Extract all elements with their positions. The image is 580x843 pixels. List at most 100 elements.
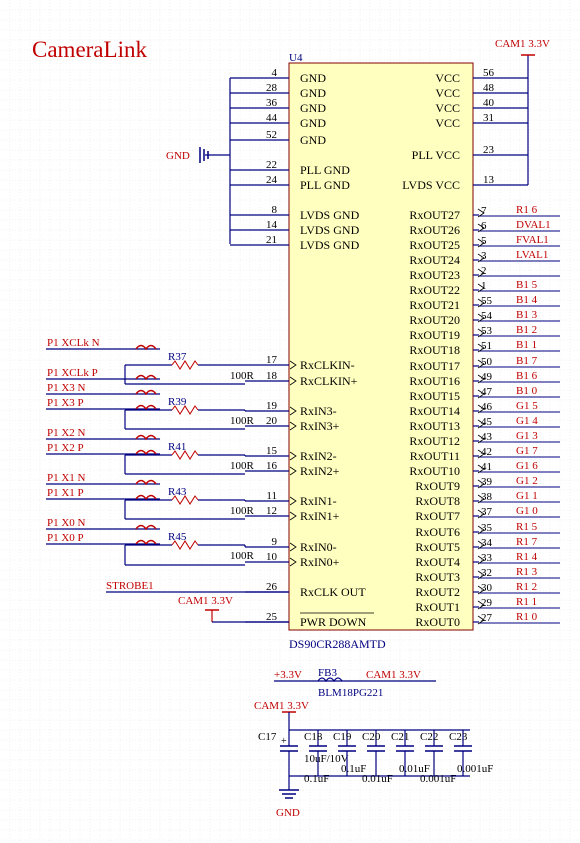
resistor-ref: R39	[168, 396, 187, 408]
pin-name: PLL GND	[300, 178, 350, 192]
pin-name: GND	[300, 116, 326, 130]
pin-name: VCC	[435, 101, 460, 115]
pin-number: 41	[481, 461, 492, 473]
pin-name: RxOUT2	[415, 585, 460, 599]
pin-name: PWR DOWN	[300, 615, 367, 629]
pin-number: 16	[266, 460, 278, 472]
pin-name: RxOUT6	[415, 525, 460, 539]
capacitor-c23: C23 0.001uF	[449, 730, 493, 776]
pin-name: RxOUT5	[415, 540, 460, 554]
pin-number: 31	[483, 112, 494, 124]
ferrite-ref: FB3	[318, 667, 337, 679]
pin-number: 29	[481, 597, 493, 609]
pin-number: 8	[272, 204, 278, 216]
output-net-label: B1 0	[516, 385, 538, 397]
pin-name: RxIN2-	[300, 449, 337, 463]
pin-name: RxOUT27	[409, 208, 460, 222]
pin-number: 9	[272, 536, 278, 548]
pin-number: 11	[266, 490, 277, 502]
pin-number: 42	[481, 446, 492, 458]
input-net-7: P1 X1 P	[46, 487, 160, 501]
pin-name: RxIN1-	[300, 494, 337, 508]
capacitor-value: 0.001uF	[420, 773, 456, 785]
pin-name: GND	[300, 133, 326, 147]
pin-number: 32	[481, 567, 492, 579]
pin-number: 45	[481, 416, 493, 428]
pin-number: 51	[481, 340, 492, 352]
pin-number: 34	[481, 537, 493, 549]
pin-number: 39	[481, 476, 493, 488]
pin-name: RxOUT17	[409, 359, 460, 373]
input-net-label: P1 XCLk N	[47, 337, 100, 349]
pin-number: 20	[266, 415, 278, 427]
capacitor-list: C1710uF/10V+ C180.1uFC190.1uFC200.01uFC21…	[258, 730, 493, 785]
output-net-label: B1 7	[516, 355, 538, 367]
pin-name: RxIN0-	[300, 540, 337, 554]
capacitor-value: 0.01uF	[362, 773, 393, 785]
capacitor-ref: C17	[258, 731, 277, 743]
pin-name: GND	[300, 101, 326, 115]
resistor-r39: R39 100R	[124, 396, 255, 430]
output-net-label: B1 4	[516, 294, 538, 306]
pin-number: 5	[481, 235, 487, 247]
pin-name: RxOUT3	[415, 570, 460, 584]
pin-number: 18	[266, 370, 278, 382]
output-net-label: G1 1	[516, 490, 538, 502]
resistor-ref: R43	[168, 486, 187, 498]
pin-number: 3	[481, 250, 487, 262]
pin-name: GND	[300, 86, 326, 100]
capacitor-ref: C20	[362, 731, 381, 743]
pin-name: RxOUT25	[409, 238, 460, 252]
output-net-label: R1 4	[516, 551, 538, 563]
output-net-label: G1 3	[516, 430, 538, 442]
pin-name: VCC	[435, 71, 460, 85]
gnd-bus: GND	[166, 78, 231, 244]
output-net-label: B1 1	[516, 339, 537, 351]
pin-name: RxOUT7	[415, 509, 460, 523]
input-net-label: P1 X0 P	[47, 532, 84, 544]
pin-number: 47	[481, 386, 493, 398]
output-net-label: G1 0	[516, 505, 538, 517]
output-net-label: LVAL1	[516, 249, 548, 261]
pin-number: 48	[483, 82, 495, 94]
resistor-r43: R43 100R	[124, 486, 255, 520]
ferrite-bead-fb3: +3.3V FB3 CAM1 3.3V BLM18PG221	[274, 667, 436, 699]
pin-name: RxOUT23	[409, 268, 460, 282]
ferrite-part: BLM18PG221	[318, 687, 383, 699]
pin-number: 4	[272, 67, 278, 79]
pin-number: 25	[266, 611, 278, 623]
pin-name: PLL GND	[300, 163, 350, 177]
input-net-1: P1 XCLk P	[46, 367, 160, 381]
pin-name: PLL VCC	[412, 148, 460, 162]
input-net-label: P1 X0 N	[47, 517, 86, 529]
input-net-label: P1 X1 P	[47, 487, 84, 499]
cam-power-caps-label: CAM1 3.3V	[254, 700, 309, 712]
pin-name: VCC	[435, 116, 460, 130]
pin-name: RxIN3+	[300, 419, 340, 433]
output-net-label: R1 2	[516, 581, 537, 593]
pin-name: RxOUT11	[410, 449, 460, 463]
pin-number: 52	[266, 129, 277, 141]
pin-name: RxCLKIN-	[300, 358, 355, 372]
output-net-label: R1 3	[516, 566, 538, 578]
pin-name: RxOUT13	[409, 419, 460, 433]
pin-name: RxOUT24	[409, 253, 460, 267]
output-net-label: G1 2	[516, 475, 538, 487]
pin-name: RxIN2+	[300, 464, 340, 478]
output-net-label: G1 6	[516, 460, 538, 472]
pin-name: RxOUT15	[409, 389, 460, 403]
cam-power-top-label: CAM1 3.3V	[495, 38, 550, 50]
input-net-9: P1 X0 P	[46, 532, 160, 546]
output-net-label: FVAL1	[516, 234, 549, 246]
pin-name: RxCLK OUT	[300, 585, 366, 599]
pin-number: 24	[266, 174, 278, 186]
pin-name: RxOUT10	[409, 464, 460, 478]
input-net-label: P1 X1 N	[47, 472, 86, 484]
resistor-value: 100R	[230, 370, 255, 382]
output-net-label: G1 7	[516, 445, 538, 457]
ferrite-out-net: CAM1 3.3V	[366, 669, 421, 681]
gnd-bottom-label: GND	[276, 807, 300, 819]
pin-number: 12	[266, 505, 277, 517]
input-net-label: P1 X3 N	[47, 382, 86, 394]
pin-number: 49	[481, 371, 493, 383]
